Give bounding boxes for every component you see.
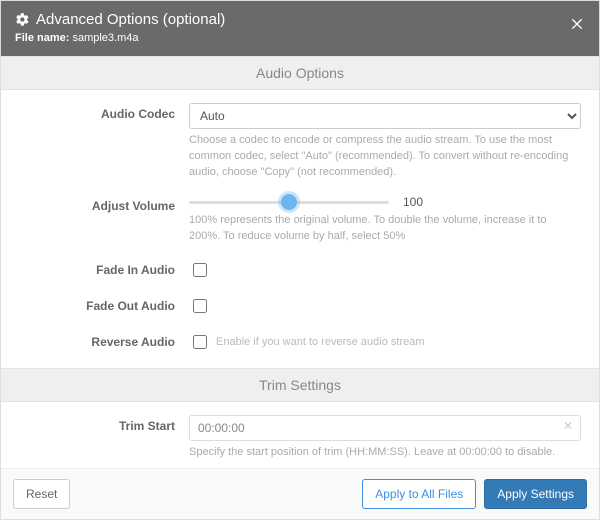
fade-in-checkbox[interactable] — [193, 263, 207, 277]
audio-codec-help: Choose a codec to encode or compress the… — [189, 133, 581, 181]
modal-header: Advanced Options (optional) File name: s… — [1, 1, 599, 56]
fade-in-row: Fade In Audio — [19, 252, 581, 288]
audio-codec-select[interactable]: Auto — [189, 103, 581, 129]
file-name-label: File name: — [15, 32, 69, 44]
modal-body: Audio Options Audio Codec Auto Choose a … — [1, 56, 599, 468]
reset-button[interactable]: Reset — [13, 479, 70, 509]
advanced-options-modal: Advanced Options (optional) File name: s… — [0, 0, 600, 520]
reverse-audio-checkbox[interactable] — [193, 335, 207, 349]
volume-slider[interactable] — [189, 195, 389, 209]
file-name-line: File name: sample3.m4a — [15, 32, 225, 44]
fade-out-row: Fade Out Audio — [19, 288, 581, 324]
close-icon — [569, 15, 585, 31]
modal-title: Advanced Options (optional) — [36, 11, 225, 28]
audio-options-heading: Audio Options — [1, 56, 599, 90]
trim-settings-heading: Trim Settings — [1, 368, 599, 402]
close-button[interactable] — [569, 11, 585, 31]
audio-codec-row: Audio Codec Auto Choose a codec to encod… — [19, 96, 581, 188]
adjust-volume-label: Adjust Volume — [19, 195, 189, 217]
reverse-audio-row: Reverse Audio Enable if you want to reve… — [19, 324, 581, 360]
apply-all-button[interactable]: Apply to All Files — [362, 479, 476, 509]
file-name-value: sample3.m4a — [72, 32, 138, 44]
audio-codec-label: Audio Codec — [19, 103, 189, 125]
trim-start-label: Trim Start — [19, 415, 189, 437]
slider-thumb[interactable] — [281, 194, 297, 210]
gear-icon — [15, 12, 30, 27]
adjust-volume-row: Adjust Volume 100 100% represents the or… — [19, 188, 581, 252]
fade-out-checkbox[interactable] — [193, 299, 207, 313]
fade-in-label: Fade In Audio — [19, 259, 189, 281]
volume-value: 100 — [403, 195, 423, 209]
audio-options-section: Audio Codec Auto Choose a codec to encod… — [1, 90, 599, 368]
apply-settings-button[interactable]: Apply Settings — [484, 479, 587, 509]
trim-settings-section: Trim Start ✕ Specify the start position … — [1, 402, 599, 468]
fade-out-label: Fade Out Audio — [19, 295, 189, 317]
trim-start-input[interactable] — [189, 415, 581, 441]
trim-start-row: Trim Start ✕ Specify the start position … — [19, 408, 581, 468]
adjust-volume-help: 100% represents the original volume. To … — [189, 213, 581, 245]
reverse-audio-label: Reverse Audio — [19, 331, 189, 353]
reverse-audio-hint: Enable if you want to reverse audio stre… — [216, 331, 425, 353]
trim-start-clear-icon[interactable]: ✕ — [563, 419, 573, 433]
modal-footer: Reset Apply to All Files Apply Settings — [1, 468, 599, 519]
trim-start-help: Specify the start position of trim (HH:M… — [189, 445, 581, 461]
